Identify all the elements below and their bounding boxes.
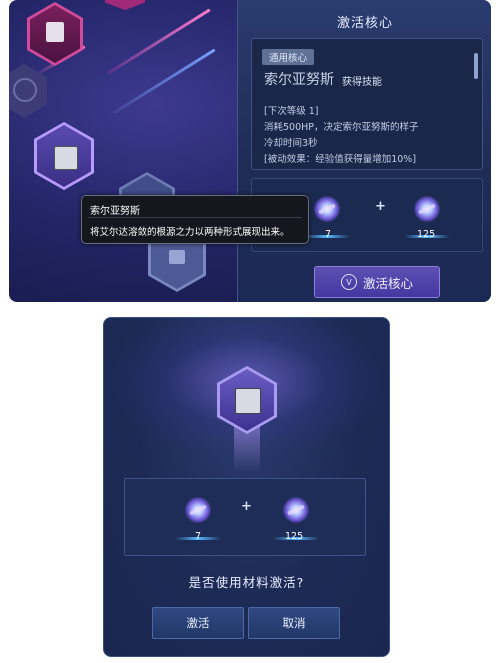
connector-line: [107, 8, 211, 75]
dialog-materials-box: 7 + 125: [124, 478, 366, 556]
plus-sign: +: [241, 499, 252, 514]
activate-core-button[interactable]: V 激活核心: [314, 266, 440, 298]
purple-crystal-icon: [185, 497, 211, 523]
skill-node-magenta[interactable]: [105, 0, 145, 10]
skill-node-icon: [46, 22, 64, 42]
core-skill-icon: [235, 388, 261, 414]
skill-node-icon: [54, 146, 78, 170]
core-info-column: 激活核心 通用核心 索尔亚努斯 获得技能 [下次等级 1] 消耗500HP，决定…: [237, 0, 491, 302]
material-count: 7: [325, 229, 332, 240]
v-matrix-icon: [13, 78, 37, 102]
core-panel-window: 激活核心 通用核心 索尔亚努斯 获得技能 [下次等级 1] 消耗500HP，决定…: [9, 0, 491, 302]
confirm-activate-button[interactable]: 激活: [152, 607, 244, 639]
panel-title: 激活核心: [336, 16, 393, 31]
activate-core-label: 激活核心: [362, 275, 413, 291]
skill-node-magenta[interactable]: [27, 2, 83, 66]
tooltip-title: 索尔亚努斯: [90, 206, 140, 217]
v-matrix-icon: V: [340, 274, 357, 290]
skill-cooldown: 冷却时间3秒: [264, 138, 318, 149]
tooltip-divider: [88, 217, 302, 218]
lock-icon: [169, 250, 185, 264]
info-scrollbar[interactable]: [474, 53, 478, 79]
skill-next-level: [下次等级 1]: [264, 106, 319, 117]
blue-crystal-icon: [414, 196, 440, 222]
tooltip-description: 将艾尔达溶敛的根源之力以两种形式展现出来。: [90, 227, 290, 238]
confirm-question: 是否使用材料激活?: [188, 575, 305, 590]
core-type-tag: 通用核心: [262, 49, 315, 65]
blue-crystal-icon: [283, 497, 309, 523]
material-count: 125: [417, 229, 436, 240]
skill-suffix: 获得技能: [342, 77, 382, 88]
skill-node-selected[interactable]: [34, 122, 94, 190]
skill-info-box: 通用核心 索尔亚努斯 获得技能 [下次等级 1] 消耗500HP，决定索尔亚努斯…: [251, 38, 483, 170]
skill-tooltip: 索尔亚努斯 将艾尔达溶敛的根源之力以两种形式展现出来。: [81, 195, 309, 244]
node-tree-area: [9, 0, 237, 302]
material-count: 125: [285, 531, 304, 542]
plus-sign: +: [375, 199, 386, 214]
material-count: 7: [195, 531, 202, 542]
activate-confirm-dialog: 7 + 125 是否使用材料激活? 激活 取消: [103, 317, 390, 657]
skill-cost: 消耗500HP，决定索尔亚努斯的样子: [264, 122, 419, 133]
skill-passive: [被动效果：经验值获得量增加10%]: [264, 154, 417, 165]
purple-crystal-icon: [314, 196, 340, 222]
skill-name: 索尔亚努斯: [264, 72, 334, 88]
cancel-button[interactable]: 取消: [248, 607, 340, 639]
